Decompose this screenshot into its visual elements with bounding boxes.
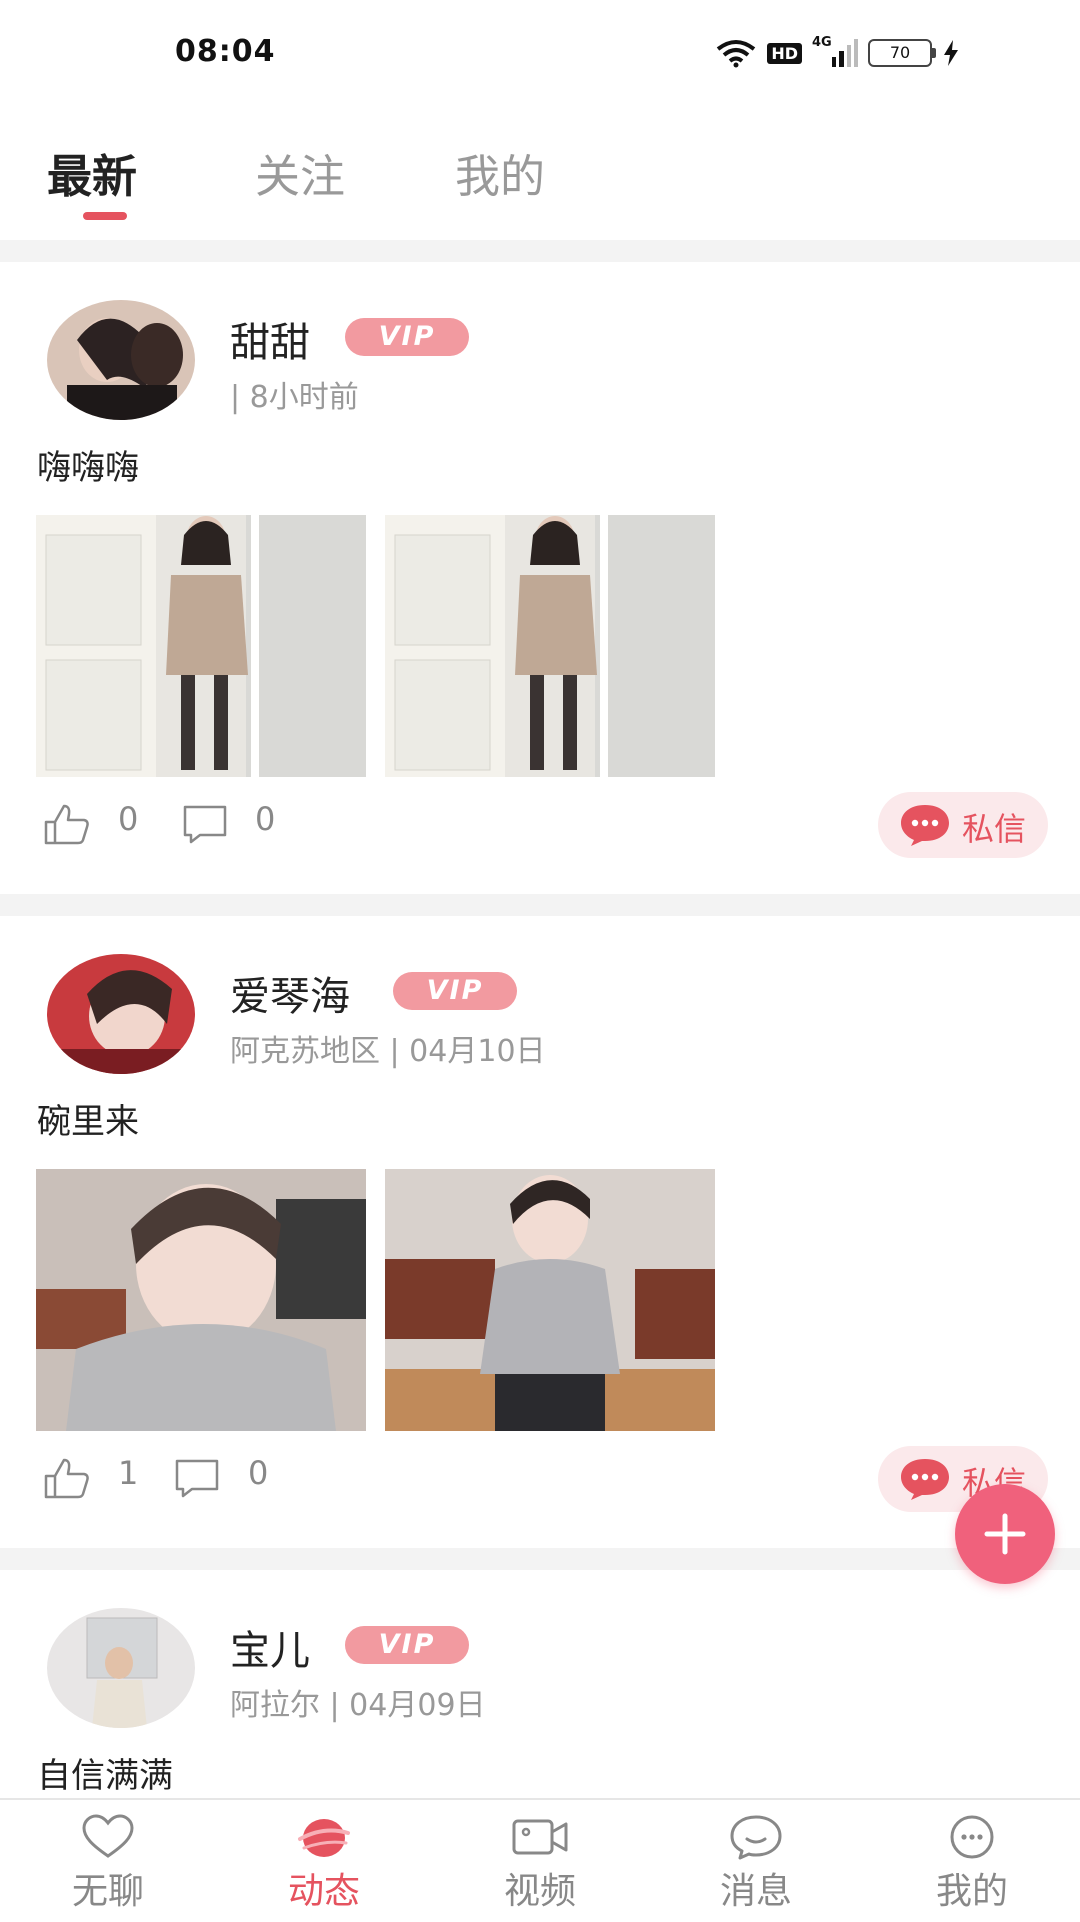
video-camera-icon xyxy=(512,1819,568,1855)
post-meta: 阿克苏地区 | 04月10日 xyxy=(230,1034,546,1069)
post-text: 嗨嗨嗨 xyxy=(37,448,139,488)
nav-label: 视频 xyxy=(503,1871,576,1912)
nav-item-video[interactable]: 视频 xyxy=(432,1800,648,1922)
post-photo[interactable] xyxy=(36,515,366,777)
section-divider xyxy=(0,1548,1080,1570)
post-photo[interactable] xyxy=(385,515,715,777)
private-message-label: 私信 xyxy=(962,810,1027,848)
tab-latest[interactable]: 最新 xyxy=(47,140,137,205)
username[interactable]: 爱琴海 xyxy=(230,964,350,1022)
post-photo[interactable] xyxy=(385,1169,715,1431)
network-type: 4G xyxy=(812,35,832,50)
battery-icon: 70 xyxy=(868,39,936,67)
comment-icon[interactable] xyxy=(180,802,230,846)
like-count: 1 xyxy=(118,1454,139,1492)
tab-following[interactable]: 关注 xyxy=(255,140,345,205)
like-count: 0 xyxy=(118,800,139,838)
chat-bubble-icon xyxy=(730,1815,782,1860)
post-photo[interactable] xyxy=(36,1169,366,1431)
post-actions: 1 0 私信 xyxy=(0,1446,1080,1512)
nav-item-bored[interactable]: 无聊 xyxy=(0,1800,216,1922)
active-tab-indicator xyxy=(83,212,127,220)
section-divider xyxy=(0,240,1080,262)
heart-icon xyxy=(82,1814,134,1858)
planet-icon xyxy=(298,1819,350,1857)
charging-icon xyxy=(944,40,958,66)
message-bubble-icon xyxy=(901,805,949,846)
post-text: 自信满满 xyxy=(37,1756,173,1796)
comment-icon[interactable] xyxy=(172,1456,222,1500)
post-meta: | 8小时前 xyxy=(230,380,359,415)
username[interactable]: 宝儿 xyxy=(230,1618,310,1676)
vip-badge: VIP xyxy=(345,1626,469,1664)
nav-label: 我的 xyxy=(935,1871,1008,1912)
bottom-navigation: 无聊 动态 视频 消息 我的 xyxy=(0,1798,1080,1922)
comment-count: 0 xyxy=(248,1454,269,1492)
private-message-button[interactable]: 私信 xyxy=(878,792,1048,858)
smiley-icon xyxy=(950,1815,994,1859)
avatar[interactable] xyxy=(47,1608,195,1728)
post-text: 碗里来 xyxy=(37,1102,139,1142)
post-card: 宝儿 VIP 阿拉尔 | 04月09日 自信满满 xyxy=(0,1570,1080,1798)
username[interactable]: 甜甜 xyxy=(230,310,310,368)
message-bubble-icon xyxy=(901,1459,949,1500)
nav-label: 动态 xyxy=(287,1871,360,1912)
thumbs-up-icon[interactable] xyxy=(42,1456,92,1500)
vip-badge: VIP xyxy=(393,972,517,1010)
avatar[interactable] xyxy=(47,954,195,1074)
hd-badge: HD xyxy=(767,42,802,64)
nav-label: 无聊 xyxy=(71,1871,144,1912)
avatar[interactable] xyxy=(47,300,195,420)
create-post-button[interactable] xyxy=(955,1484,1055,1584)
status-time: 08:04 xyxy=(175,34,276,69)
status-bar: 08:04 HD 4G 70 xyxy=(0,0,1080,100)
comment-count: 0 xyxy=(255,800,276,838)
nav-label: 消息 xyxy=(719,1871,792,1912)
post-card: 甜甜 VIP | 8小时前 嗨嗨嗨 0 0 私信 xyxy=(0,262,1080,894)
signal-icon: 4G xyxy=(812,35,858,67)
thumbs-up-icon[interactable] xyxy=(42,802,92,846)
wifi-icon xyxy=(717,40,756,68)
nav-item-moments[interactable]: 动态 xyxy=(216,1800,432,1922)
post-card: 爱琴海 VIP 阿克苏地区 | 04月10日 碗里来 1 0 私信 xyxy=(0,916,1080,1548)
plus-icon xyxy=(984,1513,1026,1555)
tab-mine[interactable]: 我的 xyxy=(455,140,545,205)
vip-badge: VIP xyxy=(345,318,469,356)
nav-item-profile[interactable]: 我的 xyxy=(864,1800,1080,1922)
nav-item-messages[interactable]: 消息 xyxy=(648,1800,864,1922)
section-divider xyxy=(0,894,1080,916)
post-meta: 阿拉尔 | 04月09日 xyxy=(230,1688,486,1723)
battery-level: 70 xyxy=(889,43,911,62)
status-icons: HD 4G 70 xyxy=(715,35,960,70)
top-tabs: 最新 关注 我的 xyxy=(0,130,1080,240)
post-actions: 0 0 私信 xyxy=(0,792,1080,858)
